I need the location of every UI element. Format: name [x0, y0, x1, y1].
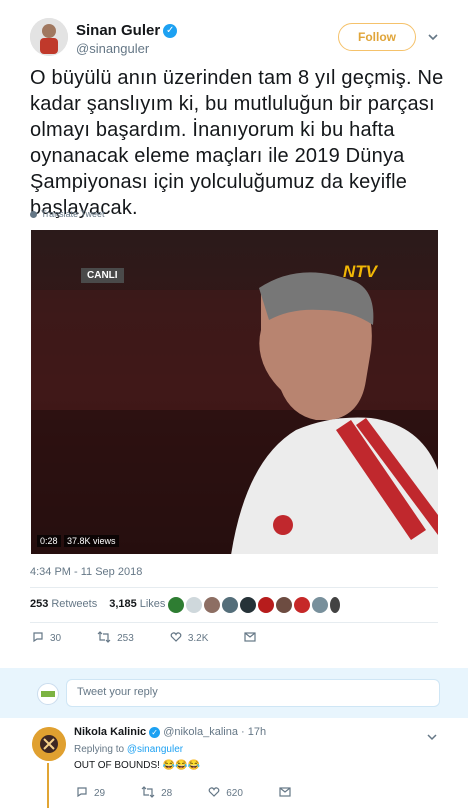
author-avatar[interactable] — [30, 18, 68, 56]
likes-count[interactable]: 3,185 — [109, 598, 137, 610]
like-count: 3.2K — [187, 633, 209, 644]
reply-input[interactable]: Tweet your reply — [66, 679, 440, 707]
live-badge: CANLI — [81, 268, 124, 283]
liker-avatar[interactable] — [186, 597, 202, 613]
replying-to-prefix: Replying to — [74, 744, 125, 755]
retweet-icon — [97, 631, 111, 646]
heart-icon — [208, 786, 220, 801]
tweet-line: Şampiyonası için yolculuğumuz da keyifle — [30, 171, 408, 193]
liker-avatar[interactable] — [330, 597, 340, 613]
retweet-button[interactable]: 253 — [97, 631, 134, 646]
reply-reply-button[interactable]: 29 — [76, 786, 105, 801]
tweet-line: kadar şanslıyım ki, bu mutluluğun bir pa… — [30, 93, 435, 115]
reply-placeholder: Tweet your reply — [77, 686, 158, 698]
reply-like-count: 620 — [226, 788, 243, 799]
reply-retweet-button[interactable]: 28 — [141, 786, 172, 801]
globe-icon — [30, 210, 37, 218]
verified-icon: ✓ — [149, 726, 161, 738]
retweets-count[interactable]: 253 — [30, 598, 48, 610]
liker-avatar[interactable] — [294, 597, 310, 613]
reply-author-handle[interactable]: @nikola_kalina — [163, 726, 238, 738]
reply-button[interactable]: 30 — [32, 631, 61, 646]
like-button[interactable]: 3.2K — [170, 631, 209, 646]
video-views: 37.8K views — [64, 535, 119, 547]
likes-label[interactable]: Likes — [140, 598, 166, 610]
channel-logo: NTV — [343, 262, 377, 281]
reply-chevron-icon[interactable] — [426, 730, 438, 742]
reply-icon — [76, 786, 88, 801]
video-duration: 0:28 — [37, 535, 61, 547]
reply-reply-count: 29 — [94, 788, 106, 799]
tweet-text: O büyülü anın üzerinden tam 8 yıl geçmiş… — [30, 65, 450, 221]
reply-text: OUT OF BOUNDS! 😂😂😂 — [74, 760, 201, 771]
heart-icon — [170, 631, 182, 646]
tweet-line: O büyülü anın üzerinden tam 8 yıl geçmiş… — [30, 67, 444, 89]
liker-avatar[interactable] — [240, 597, 256, 613]
reply-count: 30 — [50, 633, 62, 644]
liker-avatar[interactable] — [204, 597, 220, 613]
follow-button[interactable]: Follow — [338, 23, 416, 51]
tweet-line: oynanacak eleme maçları ile 2019 Dünya — [30, 145, 405, 167]
retweet-icon — [141, 786, 155, 801]
tweet-line: olmayı başardım. İnanıyorum ki bu hafta — [30, 119, 395, 141]
reply-author-avatar[interactable] — [32, 727, 66, 761]
thread-line — [47, 763, 49, 808]
liker-avatar[interactable] — [222, 597, 238, 613]
translate-label: Translate Tweet — [41, 209, 105, 219]
liker-avatar[interactable] — [276, 597, 292, 613]
replying-to-handle[interactable]: @sinanguler — [127, 744, 183, 755]
retweet-count: 253 — [117, 633, 134, 644]
translate-tweet-link[interactable]: Translate Tweet — [30, 209, 105, 219]
reply-time[interactable]: · 17h — [241, 726, 266, 738]
author-name[interactable]: Sinan Guler — [76, 22, 160, 39]
liker-avatar[interactable] — [258, 597, 274, 613]
envelope-icon — [279, 787, 291, 800]
envelope-icon — [244, 632, 256, 645]
reply-icon — [32, 631, 44, 646]
tweet-timestamp[interactable]: 4:34 PM - 11 Sep 2018 — [30, 566, 142, 578]
chevron-down-icon[interactable] — [426, 30, 440, 44]
author-handle[interactable]: @sinanguler — [76, 41, 149, 56]
video-player[interactable]: CANLI NTV 0:28 37.8K views — [31, 230, 438, 554]
divider — [30, 622, 438, 623]
reply-like-button[interactable]: 620 — [208, 786, 243, 801]
divider — [30, 587, 438, 588]
reply-author-name[interactable]: Nikola Kalinic — [74, 726, 146, 738]
reply-retweet-count: 28 — [161, 788, 173, 799]
liker-avatars — [168, 597, 340, 613]
direct-message-button[interactable] — [244, 631, 256, 646]
verified-icon: ✓ — [163, 23, 178, 38]
current-user-avatar[interactable] — [37, 683, 59, 705]
liker-avatar[interactable] — [168, 597, 184, 613]
retweets-label[interactable]: Retweets — [51, 598, 97, 610]
live-label: CANLI — [87, 270, 118, 281]
liker-avatar[interactable] — [312, 597, 328, 613]
reply-direct-message-button[interactable] — [279, 786, 291, 801]
